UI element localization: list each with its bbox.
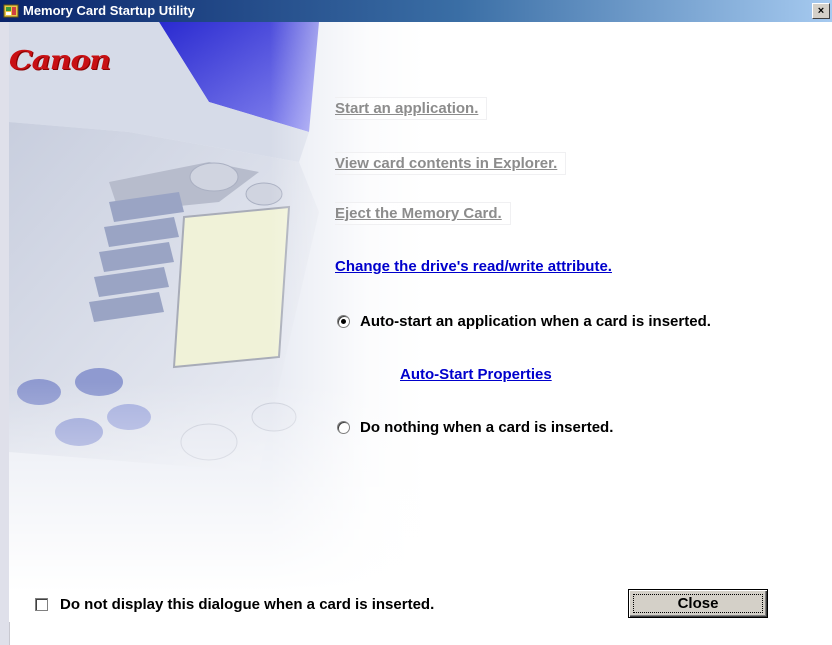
auto-start-label: Auto-start an application when a card is… [360,313,711,330]
focus-rectangle [633,594,763,613]
eject-memory-card-link[interactable]: Eject the Memory Card. [335,202,511,225]
radio-selected-dot [341,319,346,324]
window-title: Memory Card Startup Utility [23,3,195,18]
do-nothing-option[interactable]: Do nothing when a card is inserted. [337,419,613,436]
window-close-button[interactable]: × [812,3,830,19]
auto-start-properties-link[interactable]: Auto-Start Properties [400,366,552,383]
do-nothing-label: Do nothing when a card is inserted. [360,419,614,436]
title-bar: Memory Card Startup Utility × [0,0,832,22]
do-nothing-radio[interactable] [337,421,350,434]
dont-display-label: Do not display this dialogue when a card… [60,596,435,613]
canon-logo: Canon [9,46,111,76]
auto-start-radio[interactable] [337,315,350,328]
start-application-link[interactable]: Start an application. [335,97,488,120]
close-button[interactable]: Close [628,589,768,618]
close-icon: × [817,5,825,17]
app-icon [3,4,19,18]
dont-display-option[interactable]: Do not display this dialogue when a card… [35,596,434,613]
dialog-client-area: Canon Start an application. View card co… [0,22,832,645]
auto-start-option[interactable]: Auto-start an application when a card is… [337,313,711,330]
change-read-write-attribute-link[interactable]: Change the drive's read/write attribute. [335,258,612,275]
view-card-contents-link[interactable]: View card contents in Explorer. [335,152,567,175]
dont-display-checkbox[interactable] [35,598,48,611]
